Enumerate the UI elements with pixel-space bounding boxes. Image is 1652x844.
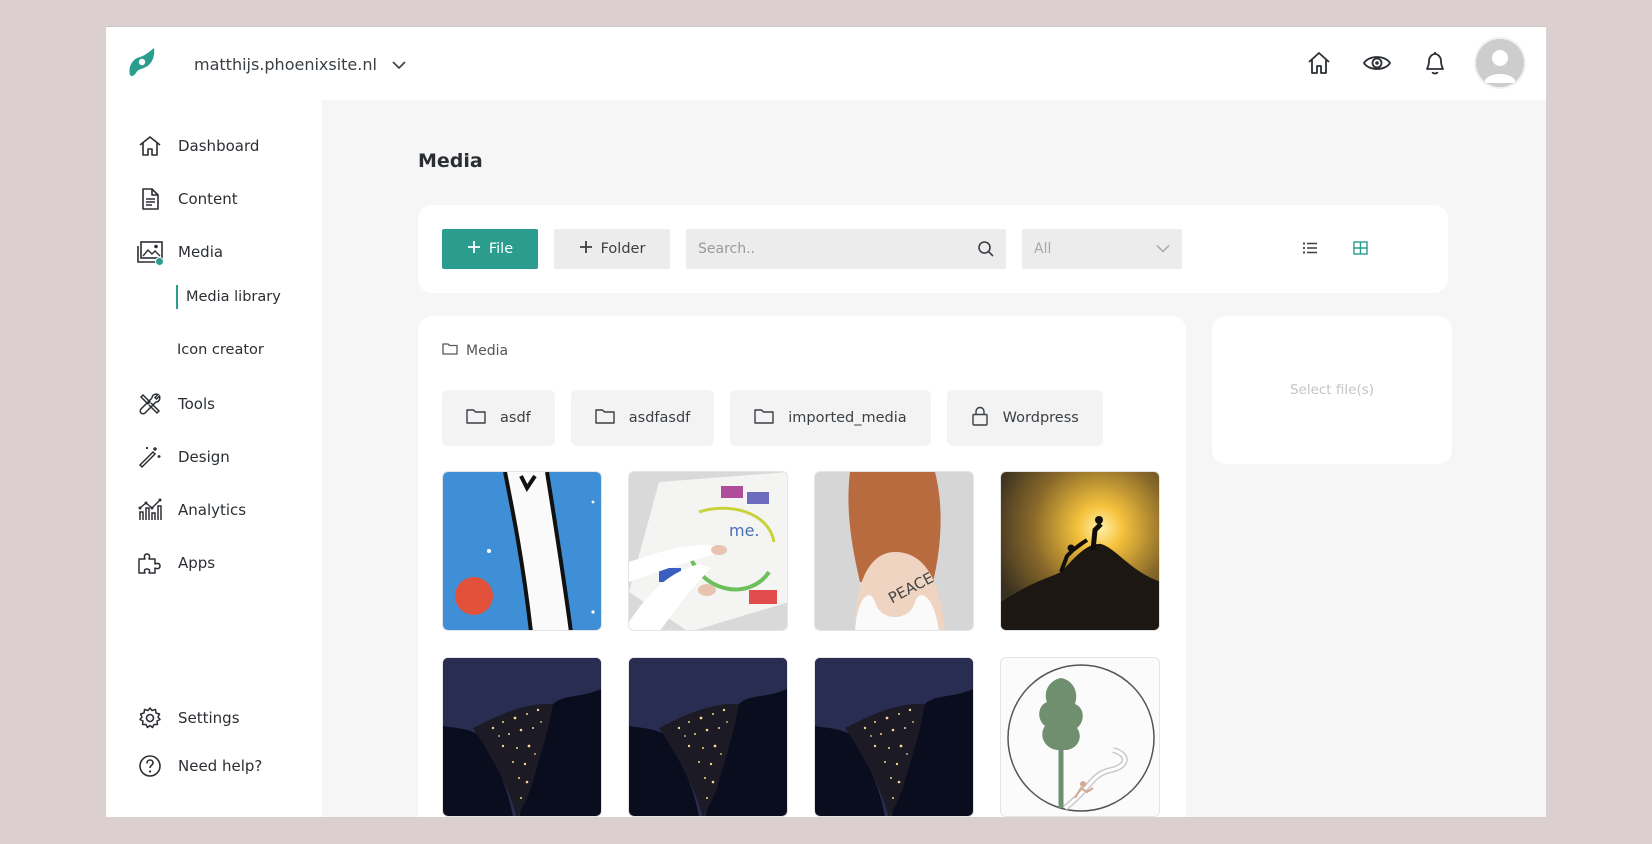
select-files-hint: Select file(s)	[1289, 382, 1375, 398]
list-view-button[interactable]	[1298, 237, 1322, 261]
bell-icon[interactable]	[1406, 39, 1464, 87]
search-box	[686, 229, 1006, 269]
top-bar: matthijs.phoenixsite.nl	[106, 27, 1546, 100]
active-indicator	[155, 257, 164, 266]
breadcrumb[interactable]: Media	[442, 342, 508, 359]
lock-icon	[971, 406, 989, 430]
help-icon	[136, 752, 164, 780]
grid-icon	[1352, 240, 1368, 259]
eye-icon[interactable]	[1348, 39, 1406, 87]
file-details-panel: Select file(s)	[1212, 316, 1452, 464]
sidebar-item-content[interactable]: Content	[136, 184, 238, 214]
folder-name: asdfasdf	[628, 410, 691, 426]
sidebar-item-label: Dashboard	[178, 137, 260, 155]
sidebar-item-dashboard[interactable]: Dashboard	[136, 131, 259, 161]
sidebar-item-analytics[interactable]: Analytics	[136, 495, 246, 525]
site-name: matthijs.phoenixsite.nl	[194, 54, 377, 74]
media-thumbnail[interactable]	[442, 657, 602, 817]
add-file-button[interactable]: File	[442, 229, 538, 269]
sidebar: Dashboard Content Media Media library Ic…	[106, 100, 322, 817]
plus-icon	[579, 240, 593, 258]
page-title: Media	[418, 150, 483, 172]
folder-name: Wordpress	[1002, 410, 1079, 426]
folder-icon	[595, 408, 615, 428]
sidebar-item-label: Settings	[178, 709, 240, 727]
add-folder-button[interactable]: Folder	[554, 229, 670, 269]
search-icon[interactable]	[976, 239, 996, 259]
sidebar-item-label: Need help?	[178, 757, 263, 775]
folder-list: asdf asdfasdf imported_media Wordpress	[442, 390, 1103, 446]
add-file-label: File	[488, 241, 514, 257]
sidebar-item-apps[interactable]: Apps	[136, 548, 215, 578]
home-icon	[136, 132, 164, 160]
sidebar-item-help[interactable]: Need help?	[136, 751, 262, 781]
type-filter-value: All	[1034, 241, 1052, 257]
media-browser: Media asdf asdfasdf imported_media Wordp…	[418, 316, 1186, 817]
main-content: Media File Folder All	[322, 100, 1546, 817]
sidebar-item-label: Design	[178, 448, 230, 466]
list-icon	[1302, 240, 1318, 259]
media-thumbnail[interactable]	[814, 657, 974, 817]
folder-item[interactable]: asdfasdf	[570, 390, 715, 446]
magic-wand-icon	[136, 443, 164, 471]
tools-icon	[136, 390, 164, 418]
avatar[interactable]	[1476, 39, 1524, 87]
folder-icon	[442, 342, 458, 359]
analytics-icon	[136, 496, 164, 524]
search-input[interactable]	[686, 229, 966, 269]
sidebar-subitem-media-library[interactable]: Media library	[176, 285, 281, 309]
sidebar-item-label: Tools	[178, 395, 215, 413]
media-thumbnail[interactable]: PEACE	[814, 471, 974, 631]
sidebar-subitem-label: Icon creator	[177, 342, 264, 358]
breadcrumb-label: Media	[466, 342, 509, 359]
type-filter-select[interactable]: All	[1022, 229, 1182, 269]
sidebar-item-design[interactable]: Design	[136, 442, 230, 472]
grid-view-button[interactable]	[1348, 237, 1372, 261]
sidebar-subitem-label: Media library	[186, 289, 281, 305]
chevron-down-icon	[391, 55, 407, 74]
media-thumbnail[interactable]	[442, 471, 602, 631]
document-icon	[136, 185, 164, 213]
chevron-down-icon	[1156, 241, 1170, 257]
media-toolbar: File Folder All	[418, 205, 1448, 293]
folder-icon	[754, 408, 774, 428]
gear-icon	[136, 704, 164, 732]
top-actions	[1290, 39, 1524, 87]
folder-icon	[466, 408, 486, 428]
folder-item[interactable]: Wordpress	[946, 390, 1103, 446]
media-thumbnail[interactable]	[628, 657, 788, 817]
site-switcher[interactable]: matthijs.phoenixsite.nl	[194, 51, 407, 77]
sidebar-item-settings[interactable]: Settings	[136, 703, 240, 733]
app-window: matthijs.phoenixsite.nl Dashboard Conten…	[106, 26, 1546, 817]
sidebar-item-label: Media	[178, 243, 224, 261]
media-grid: me. PEACE	[442, 471, 1160, 817]
folder-item[interactable]: imported_media	[730, 390, 931, 446]
image-icon	[136, 238, 164, 266]
sidebar-item-tools[interactable]: Tools	[136, 389, 215, 419]
logo-icon[interactable]	[124, 45, 160, 81]
add-folder-label: Folder	[600, 241, 646, 257]
puzzle-icon	[136, 549, 164, 577]
home-icon[interactable]	[1290, 39, 1348, 87]
folder-item[interactable]: asdf	[442, 390, 555, 446]
sidebar-subitem-icon-creator[interactable]: Icon creator	[177, 338, 264, 362]
media-thumbnail[interactable]	[1000, 657, 1160, 817]
sidebar-item-label: Apps	[178, 554, 216, 572]
folder-name: asdf	[500, 410, 531, 426]
sidebar-item-label: Content	[178, 190, 238, 208]
sidebar-item-media[interactable]: Media	[136, 237, 223, 267]
folder-name: imported_media	[788, 410, 907, 426]
media-thumbnail[interactable]: me.	[628, 471, 788, 631]
plus-icon	[467, 240, 481, 258]
sidebar-item-label: Analytics	[178, 501, 247, 519]
media-thumbnail[interactable]	[1000, 471, 1160, 631]
svg-text:me.: me.	[729, 521, 760, 540]
